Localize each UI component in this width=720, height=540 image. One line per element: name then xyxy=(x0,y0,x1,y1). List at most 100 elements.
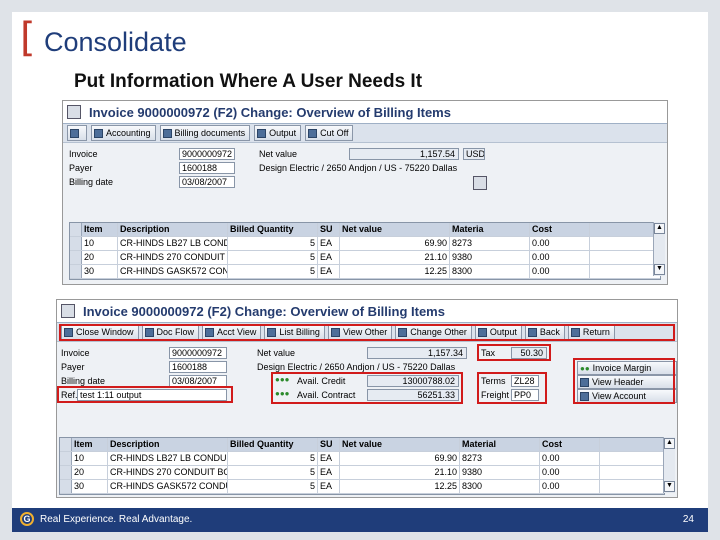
cell-su[interactable]: EA xyxy=(318,237,340,250)
tax-highlight xyxy=(477,344,551,361)
cell-cost[interactable]: 0.00 xyxy=(540,480,600,493)
partner-icon[interactable] xyxy=(473,176,487,190)
cell-net-value[interactable]: 69.90 xyxy=(340,452,460,465)
net-value-field: 1,157.54 xyxy=(349,148,459,160)
col-description[interactable]: Description xyxy=(118,223,228,236)
cut-off-button[interactable]: Cut Off xyxy=(305,125,354,141)
window-menu-icon[interactable] xyxy=(67,105,81,119)
cell-description[interactable]: CR-HINDS GASK572 CONDUL... xyxy=(118,265,228,278)
cell-item[interactable]: 10 xyxy=(72,452,108,465)
cell-su[interactable]: EA xyxy=(318,452,340,465)
output-button[interactable]: Output xyxy=(254,125,302,141)
ref-highlight xyxy=(57,386,233,403)
cell-material[interactable]: 9380 xyxy=(450,251,530,264)
col-cost[interactable]: Cost xyxy=(530,223,590,236)
cell-su[interactable]: EA xyxy=(318,480,340,493)
cell-quantity[interactable]: 5 xyxy=(228,251,318,264)
cell-net-value[interactable]: 69.90 xyxy=(340,237,450,250)
cell-cost[interactable]: 0.00 xyxy=(530,265,590,278)
table-row[interactable]: 10 CR-HINDS LB27 LB CONDUIT ... 5 EA 69.… xyxy=(70,237,660,251)
window-menu-icon[interactable] xyxy=(61,304,75,318)
col-item[interactable]: Item xyxy=(82,223,118,236)
scroll-up-icon[interactable]: ▲ xyxy=(664,438,675,449)
cell-quantity[interactable]: 5 xyxy=(228,480,318,493)
cell-net-value[interactable]: 12.25 xyxy=(340,480,460,493)
cell-quantity[interactable]: 5 xyxy=(228,466,318,479)
col-su[interactable]: SU xyxy=(318,223,340,236)
cell-net-value[interactable]: 21.10 xyxy=(340,251,450,264)
billing-documents-button[interactable]: Billing documents xyxy=(159,125,251,141)
title-bracket: [ xyxy=(20,15,36,61)
cell-su[interactable]: EA xyxy=(318,265,340,278)
col-description[interactable]: Description xyxy=(108,438,228,451)
accounting-button[interactable]: Accounting xyxy=(91,125,156,141)
invoice-field[interactable]: 9000000972 xyxy=(169,347,227,359)
cell-description[interactable]: CR-HINDS 270 CONDUIT BOD... xyxy=(118,251,228,264)
cell-item[interactable]: 10 xyxy=(82,237,118,250)
cell-item[interactable]: 20 xyxy=(82,251,118,264)
table-row[interactable]: 20 CR-HINDS 270 CONDUIT BOD... 5 EA 21.1… xyxy=(70,251,660,265)
cell-quantity[interactable]: 5 xyxy=(228,265,318,278)
cell-item[interactable]: 30 xyxy=(82,265,118,278)
payer-field[interactable]: 1600188 xyxy=(169,361,227,373)
billing-date-label: Billing date xyxy=(61,376,106,386)
cell-su[interactable]: EA xyxy=(318,251,340,264)
row-selector[interactable] xyxy=(70,265,82,278)
terms-highlight xyxy=(477,372,547,404)
cell-net-value[interactable]: 21.10 xyxy=(340,466,460,479)
currency-field: USD xyxy=(463,148,485,160)
cell-material[interactable]: 8273 xyxy=(450,237,530,250)
payer-label: Payer xyxy=(61,362,85,372)
col-su[interactable]: SU xyxy=(318,438,340,451)
col-material[interactable]: Materia xyxy=(450,223,530,236)
cell-description[interactable]: CR-HINDS GASK572 CONDUL... xyxy=(108,480,228,493)
payer-description: Design Electric / 2650 Andjon / US - 752… xyxy=(259,163,458,173)
table-row[interactable]: 10 CR-HINDS LB27 LB CONDUIT ... 5 EA 69.… xyxy=(60,452,664,466)
cell-material[interactable]: 8273 xyxy=(460,452,540,465)
scroll-up-icon[interactable]: ▲ xyxy=(654,223,665,234)
cell-description[interactable]: CR-HINDS 270 CONDUIT BOD... xyxy=(108,466,228,479)
cell-quantity[interactable]: 5 xyxy=(228,452,318,465)
table-row[interactable]: 20 CR-HINDS 270 CONDUIT BOD... 5 EA 21.1… xyxy=(60,466,664,480)
cell-material[interactable]: 8300 xyxy=(450,265,530,278)
table-scrollbar[interactable]: ▲ ▼ xyxy=(663,437,675,493)
billing-date-field[interactable]: 03/08/2007 xyxy=(179,176,235,188)
cell-description[interactable]: CR-HINDS LB27 LB CONDUIT ... xyxy=(118,237,228,250)
row-selector[interactable] xyxy=(60,452,72,465)
window-titlebar: Invoice 9000000972 (F2) Change: Overview… xyxy=(57,300,677,323)
table-row[interactable]: 30 CR-HINDS GASK572 CONDUL... 5 EA 12.25… xyxy=(60,480,664,494)
row-selector[interactable] xyxy=(70,237,82,250)
scroll-down-icon[interactable]: ▼ xyxy=(664,481,675,492)
display-toggle-button[interactable] xyxy=(67,125,87,141)
col-net-value[interactable]: Net value xyxy=(340,223,450,236)
cell-su[interactable]: EA xyxy=(318,466,340,479)
table-row[interactable]: 30 CR-HINDS GASK572 CONDUL... 5 EA 12.25… xyxy=(70,265,660,279)
cell-net-value[interactable]: 12.25 xyxy=(340,265,450,278)
col-material[interactable]: Material xyxy=(460,438,540,451)
cell-cost[interactable]: 0.00 xyxy=(530,237,590,250)
col-billed-quantity[interactable]: Billed Quantity xyxy=(228,438,318,451)
scroll-down-icon[interactable]: ▼ xyxy=(654,264,665,275)
row-selector[interactable] xyxy=(70,251,82,264)
cell-item[interactable]: 20 xyxy=(72,466,108,479)
col-item[interactable]: Item xyxy=(72,438,108,451)
invoice-field[interactable]: 9000000972 xyxy=(179,148,235,160)
cell-cost[interactable]: 0.00 xyxy=(530,251,590,264)
payer-field[interactable]: 1600188 xyxy=(179,162,235,174)
table-scrollbar[interactable]: ▲ ▼ xyxy=(653,222,665,276)
row-selector[interactable] xyxy=(60,466,72,479)
cell-cost[interactable]: 0.00 xyxy=(540,452,600,465)
select-all-cell[interactable] xyxy=(60,438,72,451)
page-number: 24 xyxy=(682,514,694,525)
cell-description[interactable]: CR-HINDS LB27 LB CONDUIT ... xyxy=(108,452,228,465)
cell-material[interactable]: 9380 xyxy=(460,466,540,479)
col-net-value[interactable]: Net value xyxy=(340,438,460,451)
cell-item[interactable]: 30 xyxy=(72,480,108,493)
select-all-cell[interactable] xyxy=(70,223,82,236)
row-selector[interactable] xyxy=(60,480,72,493)
cell-material[interactable]: 8300 xyxy=(460,480,540,493)
col-billed-quantity[interactable]: Billed Quantity xyxy=(228,223,318,236)
cell-cost[interactable]: 0.00 xyxy=(540,466,600,479)
col-cost[interactable]: Cost xyxy=(540,438,600,451)
cell-quantity[interactable]: 5 xyxy=(228,237,318,250)
